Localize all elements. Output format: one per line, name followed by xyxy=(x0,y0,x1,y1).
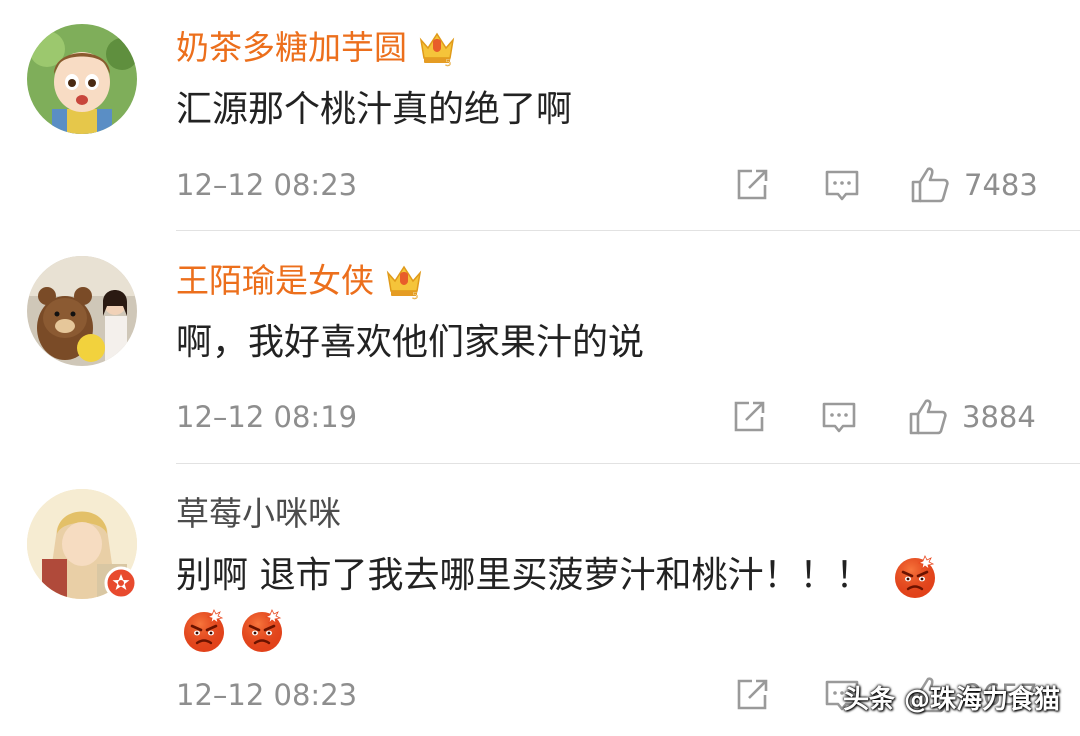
username-text[interactable]: 王陌瑜是女侠 xyxy=(176,261,374,301)
angry-emoji xyxy=(891,552,939,600)
emoji-row xyxy=(180,606,286,654)
like-button[interactable]: 7483 xyxy=(910,165,1038,205)
username-text[interactable]: 草莓小咪咪 xyxy=(176,494,341,534)
comment-icon[interactable] xyxy=(821,399,857,435)
share-icon[interactable] xyxy=(731,399,767,435)
timestamp: 12–12 08:19 xyxy=(176,400,358,434)
comment-footer: 12–12 08:23 7483 xyxy=(176,165,1044,205)
share-icon[interactable] xyxy=(734,167,770,203)
thumbs-up-icon[interactable] xyxy=(908,397,948,437)
star-badge-icon xyxy=(104,566,138,600)
angry-emoji xyxy=(238,606,286,654)
angry-emoji xyxy=(180,606,228,654)
username[interactable]: 草莓小咪咪 xyxy=(176,494,341,534)
avatar[interactable] xyxy=(27,256,137,366)
share-icon[interactable] xyxy=(734,677,770,713)
crown-vip-icon xyxy=(417,28,457,68)
timestamp: 12–12 08:23 xyxy=(176,678,358,712)
comment-text: 啊，我好喜欢他们家果汁的说 xyxy=(176,322,645,363)
like-button[interactable]: 3884 xyxy=(908,397,1036,437)
watermark: 头条 @珠海力食猫 xyxy=(842,685,1060,715)
username-text[interactable]: 奶茶多糖加芋圆 xyxy=(176,28,407,68)
like-count: 3884 xyxy=(962,400,1036,434)
username[interactable]: 王陌瑜是女侠 xyxy=(176,261,424,301)
comments-screen: 奶茶多糖加芋圆 汇源那个桃汁真的绝了啊 12–12 08:23 7483 王陌瑜… xyxy=(0,0,1080,736)
like-count: 7483 xyxy=(964,168,1038,202)
comment-text-body: 别啊 退市了我去哪里买菠萝汁和桃汁！！！ xyxy=(176,555,872,596)
timestamp: 12–12 08:23 xyxy=(176,168,358,202)
comment-icon[interactable] xyxy=(824,167,860,203)
comment-item: 王陌瑜是女侠 啊，我好喜欢他们家果汁的说 12–12 08:19 3884 xyxy=(0,231,1080,463)
comment-item: 奶茶多糖加芋圆 汇源那个桃汁真的绝了啊 12–12 08:23 7483 xyxy=(0,0,1080,230)
username[interactable]: 奶茶多糖加芋圆 xyxy=(176,28,457,68)
avatar[interactable] xyxy=(27,24,137,134)
thumbs-up-icon[interactable] xyxy=(910,165,950,205)
comment-footer: 12–12 08:19 3884 xyxy=(176,397,1044,437)
crown-vip-icon xyxy=(384,261,424,301)
comment-text: 别啊 退市了我去哪里买菠萝汁和桃汁！！！ xyxy=(176,546,939,606)
comment-text: 汇源那个桃汁真的绝了啊 xyxy=(176,89,573,130)
